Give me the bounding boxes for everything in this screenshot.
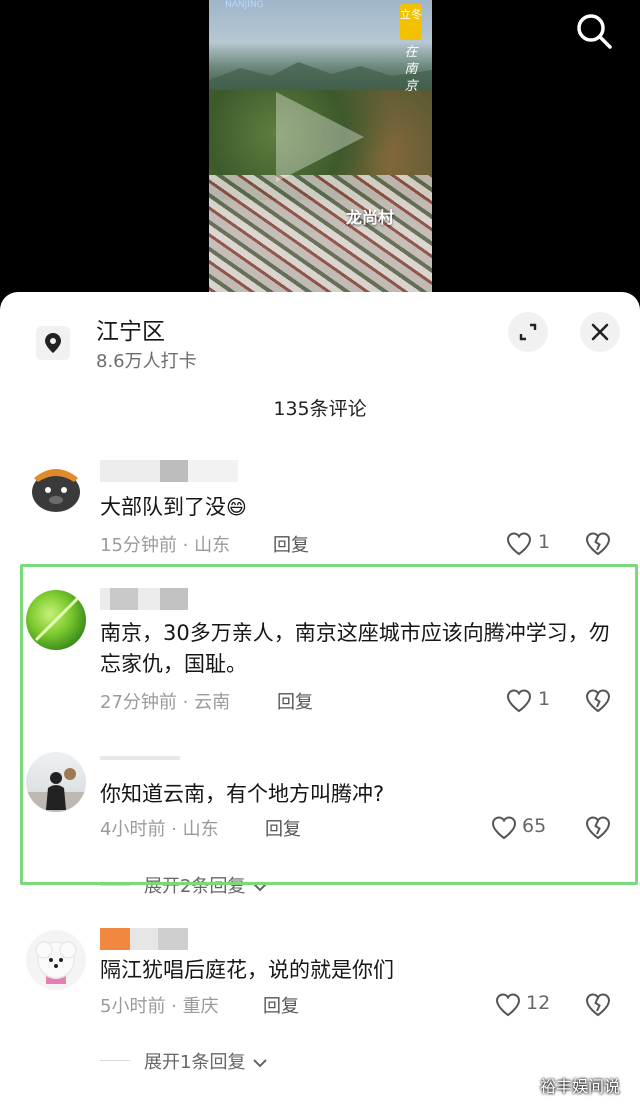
like-button[interactable]: 65 bbox=[490, 814, 565, 842]
like-button[interactable]: 12 bbox=[494, 991, 564, 1019]
comment-count: 135条评论 bbox=[273, 398, 367, 420]
comment-meta: 4小时前 · 山东 bbox=[100, 819, 219, 840]
comment-text: 大部队到了没😄 bbox=[100, 495, 247, 519]
comment-region: 山东 bbox=[194, 535, 231, 556]
search-button[interactable] bbox=[573, 10, 615, 52]
heart-icon bbox=[491, 816, 517, 840]
like-count: 65 bbox=[522, 815, 547, 837]
divider bbox=[100, 1060, 130, 1061]
chevron-down-icon bbox=[253, 1059, 267, 1068]
video-player[interactable]: NANJING 立冬 在南京 龙尚村 bbox=[0, 0, 640, 300]
video-village bbox=[209, 175, 432, 300]
close-button[interactable] bbox=[580, 312, 620, 352]
like-button[interactable]: 1 bbox=[505, 687, 565, 715]
comment-meta: 15分钟前 · 山东 bbox=[100, 535, 231, 556]
reply-button[interactable]: 回复 bbox=[273, 531, 309, 557]
watermark: 裕丰娱间说 bbox=[540, 1077, 621, 1096]
broken-heart-icon bbox=[585, 816, 611, 840]
heart-icon bbox=[506, 689, 532, 713]
username-redacted bbox=[100, 460, 238, 482]
comment-time: 27分钟前 bbox=[100, 692, 177, 713]
username-redacted bbox=[100, 928, 188, 950]
dislike-button[interactable] bbox=[584, 991, 612, 1019]
emoji: 😄 bbox=[226, 495, 247, 519]
location-name[interactable]: 江宁区 bbox=[96, 312, 165, 346]
comment-text: 你知道云南，有个地方叫腾冲? bbox=[100, 782, 385, 806]
search-icon bbox=[577, 14, 612, 49]
divider bbox=[100, 885, 130, 886]
video-vertical-text: 在南京 bbox=[404, 45, 418, 94]
close-icon bbox=[591, 323, 609, 341]
expand-replies-button[interactable]: 展开2条回复 bbox=[144, 872, 267, 898]
comment-region: 云南 bbox=[194, 692, 231, 713]
dislike-button[interactable] bbox=[584, 814, 612, 842]
reply-button[interactable]: 回复 bbox=[265, 815, 301, 841]
location-checkins: 8.6万人打卡 bbox=[96, 351, 197, 372]
like-button[interactable]: 1 bbox=[505, 530, 565, 558]
comment-sheet: 江宁区 8.6万人打卡 135条评论 大部队到了没😄 15分钟前 · 山东 回复… bbox=[0, 292, 640, 1105]
expand-icon bbox=[519, 323, 537, 341]
comment-text: 南京，30多万亲人，南京这座城市应该向腾冲学习，勿忘家仇，国耻。 bbox=[100, 621, 610, 676]
username-redacted bbox=[100, 588, 188, 610]
chevron-down-icon bbox=[253, 883, 267, 892]
dislike-button[interactable] bbox=[584, 530, 612, 558]
reply-button[interactable]: 回复 bbox=[263, 992, 299, 1018]
comment-time: 5小时前 bbox=[100, 996, 166, 1017]
like-count: 1 bbox=[538, 688, 551, 710]
comment-meta: 5小时前 · 重庆 bbox=[100, 996, 219, 1017]
comment-time: 4小时前 bbox=[100, 819, 166, 840]
comment-meta: 27分钟前 · 云南 bbox=[100, 692, 231, 713]
like-count: 12 bbox=[526, 992, 551, 1014]
username-redacted bbox=[100, 756, 180, 778]
video-tag: 立冬 bbox=[400, 4, 422, 40]
video-caption: 龙尚村 bbox=[346, 208, 395, 227]
like-count: 1 bbox=[538, 531, 551, 553]
avatar[interactable] bbox=[26, 590, 86, 650]
reply-button[interactable]: 回复 bbox=[277, 688, 313, 714]
video-logo: NANJING bbox=[225, 0, 264, 10]
comment-time: 15分钟前 bbox=[100, 535, 177, 556]
location-pin-icon bbox=[36, 326, 70, 360]
avatar[interactable] bbox=[26, 752, 86, 812]
fullscreen-button[interactable] bbox=[508, 312, 548, 352]
broken-heart-icon bbox=[585, 993, 611, 1017]
heart-icon bbox=[506, 532, 532, 556]
comment-region: 山东 bbox=[182, 819, 219, 840]
broken-heart-icon bbox=[585, 689, 611, 713]
expand-replies-button[interactable]: 展开1条回复 bbox=[144, 1048, 267, 1074]
comment-text: 隔江犹唱后庭花，说的就是你们 bbox=[100, 958, 394, 982]
broken-heart-icon bbox=[585, 532, 611, 556]
avatar[interactable] bbox=[26, 930, 86, 990]
play-icon[interactable] bbox=[276, 92, 364, 182]
dislike-button[interactable] bbox=[584, 687, 612, 715]
comment-region: 重庆 bbox=[182, 996, 219, 1017]
avatar[interactable] bbox=[26, 456, 86, 516]
heart-icon bbox=[495, 993, 521, 1017]
